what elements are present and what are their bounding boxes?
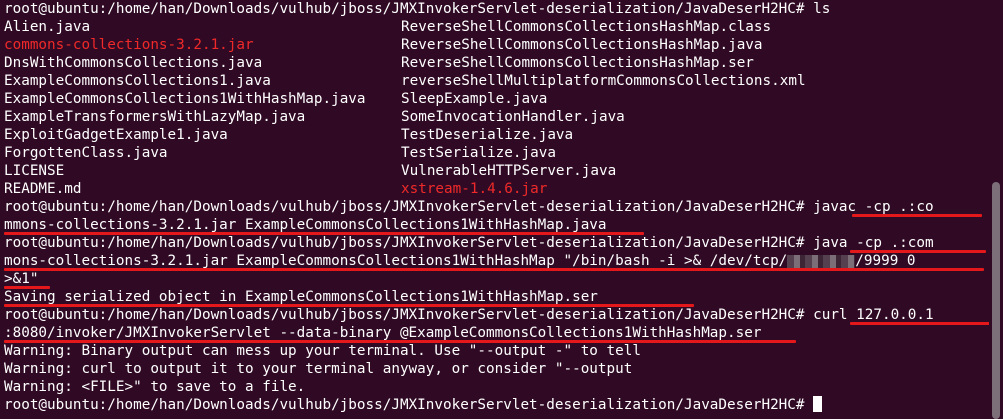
warning-text-3: Warning: <FILE>" to save to a file.: [4, 379, 306, 395]
final-prompt-line[interactable]: root@ubuntu:/home/han/Downloads/vulhub/j…: [4, 396, 934, 414]
annotation-underline-curl-cmd: [850, 322, 990, 325]
file-listing-row: LICENSE VulnerableHTTPServer.java: [4, 162, 934, 180]
file-listing-row: ForgottenClass.java TestSerialize.java: [4, 144, 934, 162]
file-name: xstream-1.4.6.jar: [401, 181, 548, 197]
file-listing-row: ExampleTransformersWithLazyMap.java SomeI…: [4, 108, 934, 126]
javac-command-text-1: root@ubuntu:/home/han/Downloads/vulhub/j…: [4, 199, 934, 215]
annotation-underline-javac-args: [4, 232, 644, 235]
file-name: TestSerialize.java: [401, 145, 556, 161]
curl-command-text-1: root@ubuntu:/home/han/Downloads/vulhub/j…: [4, 307, 934, 323]
warning-line-2: Warning: curl to output it to your termi…: [4, 360, 934, 378]
file-listing-row: DnsWithCommonsCollections.java ReverseShe…: [4, 54, 934, 72]
file-name: VulnerableHTTPServer.java: [401, 163, 617, 179]
terminal-window[interactable]: root@ubuntu:/home/han/Downloads/vulhub/j…: [0, 0, 1003, 419]
terminal-output: root@ubuntu:/home/han/Downloads/vulhub/j…: [4, 0, 934, 414]
java-command-text-2a: mons-collections-3.2.1.jar ExampleCommon…: [4, 253, 788, 269]
redacted-ip-block: [787, 254, 856, 268]
file-listing-row: ExampleCommonsCollections1WithHashMap.ja…: [4, 90, 934, 108]
annotation-underline-javac-cmd: [852, 214, 982, 217]
java-command-text-3: >&1": [4, 271, 39, 287]
file-name: ExampleTransformersWithLazyMap.java: [4, 109, 306, 125]
file-name: reverseShellMultiplatformCommonsCollecti…: [401, 73, 806, 89]
warning-line-1: Warning: Binary output can mess up your …: [4, 342, 934, 360]
java-command-line-1: root@ubuntu:/home/han/Downloads/vulhub/j…: [4, 234, 934, 252]
file-listing-row: ExampleCommonsCollections1.java reverseSh…: [4, 72, 934, 90]
annotation-underline-java-cmd: [850, 250, 986, 253]
file-name: DnsWithCommonsCollections.java: [4, 55, 263, 71]
annotation-underline-saving: [4, 304, 694, 307]
text-cursor: [813, 396, 823, 412]
file-name: ExampleCommonsCollections1.java: [4, 73, 271, 89]
java-command-line-3: >&1": [4, 270, 934, 288]
curl-command-text-2: :8080/invoker/JMXInvokerServlet --data-b…: [4, 325, 762, 341]
file-listing-row: commons-collections-3.2.1.jar ReverseShel…: [4, 36, 934, 54]
file-name: ForgottenClass.java: [4, 145, 168, 161]
file-name: ReverseShellCommonsCollectionsHashMap.cl…: [401, 19, 772, 35]
annotation-underline-java-end: [4, 286, 50, 289]
file-name: TestDeserialize.java: [401, 127, 574, 143]
warning-line-3: Warning: <FILE>" to save to a file.: [4, 378, 934, 396]
file-listing-row: ExploitGadgetExample1.java TestDeserializ…: [4, 126, 934, 144]
scrollbar[interactable]: [989, 0, 1003, 419]
file-listing: Alien.java ReverseShellCommonsCollections…: [4, 18, 934, 198]
file-name: SomeInvocationHandler.java: [401, 109, 625, 125]
file-listing-row: README.md xstream-1.4.6.jar: [4, 180, 934, 198]
file-name: LICENSE: [4, 163, 65, 179]
file-name: ExampleCommonsCollections1WithHashMap.ja…: [4, 91, 366, 107]
final-prompt-text: root@ubuntu:/home/han/Downloads/vulhub/j…: [4, 397, 814, 413]
java-command-text-1: root@ubuntu:/home/han/Downloads/vulhub/j…: [4, 235, 934, 251]
curl-command-line-1: root@ubuntu:/home/han/Downloads/vulhub/j…: [4, 306, 934, 324]
file-name: ExploitGadgetExample1.java: [4, 127, 228, 143]
file-name: ReverseShellCommonsCollectionsHashMap.se…: [401, 55, 754, 71]
javac-command-text-2: mmons-collections-3.2.1.jar ExampleCommo…: [4, 217, 607, 233]
javac-command-line-1: root@ubuntu:/home/han/Downloads/vulhub/j…: [4, 198, 934, 216]
file-name: Alien.java: [4, 19, 91, 35]
annotation-underline-curl-args: [4, 340, 796, 343]
ls-prompt: root@ubuntu:/home/han/Downloads/vulhub/j…: [4, 1, 831, 17]
warning-text-2: Warning: curl to output it to your termi…: [4, 361, 633, 377]
scrollbar-thumb[interactable]: [992, 182, 1000, 419]
warning-text-1: Warning: Binary output can mess up your …: [4, 343, 641, 359]
file-name: ReverseShellCommonsCollectionsHashMap.ja…: [401, 37, 763, 53]
java-command-text-2b: /9999 0: [855, 253, 916, 269]
file-name: README.md: [4, 181, 82, 197]
file-listing-row: Alien.java ReverseShellCommonsCollections…: [4, 18, 934, 36]
file-name: commons-collections-3.2.1.jar: [4, 37, 254, 53]
annotation-underline-java-args: [4, 268, 984, 271]
file-name: SleepExample.java: [401, 91, 548, 107]
saving-output-text: Saving serialized object in ExampleCommo…: [4, 289, 598, 305]
ls-command-line: root@ubuntu:/home/han/Downloads/vulhub/j…: [4, 0, 934, 18]
